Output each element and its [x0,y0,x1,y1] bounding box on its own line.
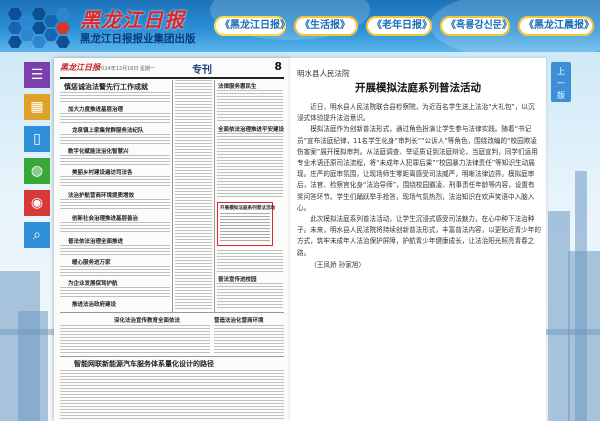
site-header: 黑龙江日报 黑龙江日报报业集团出版 《黑龙江日报》 《生活报》 《老年日报》 《… [0,0,600,52]
site-logo[interactable]: 黑龙江日报 黑龙江日报报业集团出版 [8,4,208,48]
headline[interactable]: 普法依法治理全面推进 [68,237,123,245]
headline[interactable]: 暖心服务进万家 [72,258,111,266]
headline[interactable]: 创新社会治理推进基层善治 [72,214,138,222]
column-divider [214,80,215,312]
text-block [217,283,283,309]
column-divider [172,80,173,312]
logo-subtitle: 黑龙江日报报业集团出版 [80,33,196,45]
text-block [217,133,283,199]
weibo-icon: ◉ [30,195,44,211]
mobile-button[interactable]: ▯ [24,126,50,152]
wechat-button[interactable]: ◍ [24,158,50,184]
background-building [575,171,587,421]
headline[interactable]: 加大力度推进基层治理 [68,105,123,113]
weibo-button[interactable]: ◉ [24,190,50,216]
text-block [60,199,170,211]
text-block [214,325,284,353]
hex-logo-icon [8,8,76,48]
text-block [60,370,284,420]
text-block [60,176,170,188]
nav-tab-heilongjiang-daily[interactable]: 《黑龙江日报》 [214,16,286,36]
wechat-icon: ◍ [30,163,44,179]
article-author: （王凤娇 孙家旭） [310,260,366,269]
background-building [548,211,570,421]
article-paragraph: 近日，明水县人民法院联合县检察院，为近百名学生送上法治“大礼包”，以沉浸式体验提… [297,103,535,123]
article-paragraph: 此次模拟法庭系列普法活动，让学生沉浸式感受司法魅力，在心中种下法治种子。未来，明… [297,215,541,257]
headline[interactable]: 数字化赋能法治化智慧兴 [68,147,129,155]
paper-masthead: 黑龙江日报 2024年12月16日 星期一 专刊 8 [60,60,284,76]
headline[interactable]: 全面依法治理推进平安建设 [218,125,284,133]
section-divider [60,312,284,313]
article-body: 近日，明水县人民法院联合县检察院，为近百名学生送上法治“大礼包”，以沉浸式体验提… [297,102,541,271]
headline[interactable]: 美丽乡村建设遍访司法各 [72,168,133,176]
text-block [60,134,170,144]
paper-section-name: 专刊 [192,65,212,76]
nav-tab-morning-daily[interactable]: 《黑龙江晨报》 [518,16,594,36]
headline[interactable]: 为企业发展保驾护航 [68,279,118,287]
newspaper-page[interactable]: 黑龙江日报 2024年12月16日 星期一 专刊 8 慎惩诚治法警先行工作成就 … [54,58,290,421]
headline[interactable]: 推进法治政府建设 [72,300,116,308]
text-block [60,266,170,276]
logo-text: 黑龙江日报 [80,8,185,32]
article-panel: 明水县人民法院 开展模拟法庭系列普法活动 近日，明水县人民法院联合县检察院，为近… [290,58,546,421]
background-building [18,311,48,421]
text-block [60,222,170,234]
headline[interactable]: 法律服务惠民生 [218,82,257,90]
search-icon: ⌕ [33,227,41,243]
selected-article-text [220,213,270,243]
previous-page-button[interactable]: 上 一 版 [551,62,571,102]
text-block [217,90,283,122]
headline[interactable]: 慎惩诚治法警先行工作成就 [64,82,148,92]
nav-tab-life-daily[interactable]: 《生活报》 [294,16,358,36]
selected-article-title: 开展模拟法庭系列普法活动 [220,206,276,211]
text-block [217,250,283,272]
text-block [60,155,170,165]
headline[interactable]: 龙泉镇上家集党群服务法纪队 [72,126,144,134]
paper-date-line: 2024年12月16日 星期一 [98,66,156,72]
calendar-button[interactable]: ▦ [24,94,50,120]
text-block [60,113,170,123]
text-block [60,287,170,297]
selected-article-hotspot[interactable]: 开展模拟法庭系列普法活动 [217,202,276,246]
paper-logo: 黑龙江日报 [60,63,100,72]
section-divider [60,356,284,357]
text-block [60,92,170,102]
left-toolbar: ☰ ▦ ▯ ◍ ◉ ⌕ [24,62,50,248]
masthead-rule [60,77,284,79]
reader-stage: ☰ ▦ ▯ ◍ ◉ ⌕ 黑龙江日报 2024年12月16日 星期一 专刊 8 慎… [0,52,600,421]
headline[interactable]: 营造法治化营商环境 [214,316,264,324]
paper-page-number: 8 [274,60,282,73]
article-source: 明水县人民法院 [297,69,350,78]
headline[interactable]: 普法宣传进校园 [218,275,257,283]
menu-icon: ☰ [30,67,44,83]
menu-button[interactable]: ☰ [24,62,50,88]
article-title: 开展模拟法庭系列普法活动 [355,82,481,94]
page-switch-label: 一 [557,79,565,88]
headline[interactable]: 法治护航营商环境提质增效 [68,191,134,199]
headline[interactable]: 深化法治宣传教育全面依法 [114,316,180,324]
page-switch-label: 版 [557,91,565,100]
page-switch-label: 上 [557,67,565,76]
text-block [175,80,212,310]
nav-tab-senior-daily[interactable]: 《老年日报》 [366,16,432,36]
nav-tab-korean-daily[interactable]: 《흑룡강신문》 [440,16,510,36]
article-paragraph: 模拟法庭作为创新普法形式，通过角色扮演让学生参与法律实践。随着“书记员”宣布法庭… [297,125,538,212]
text-block [60,245,170,255]
calendar-icon: ▦ [30,99,44,115]
text-block [60,325,210,353]
search-button[interactable]: ⌕ [24,222,50,248]
mobile-icon: ▯ [33,131,41,147]
headline[interactable]: 智能网联新能源汽车服务体系量化设计的路径 [74,359,214,369]
